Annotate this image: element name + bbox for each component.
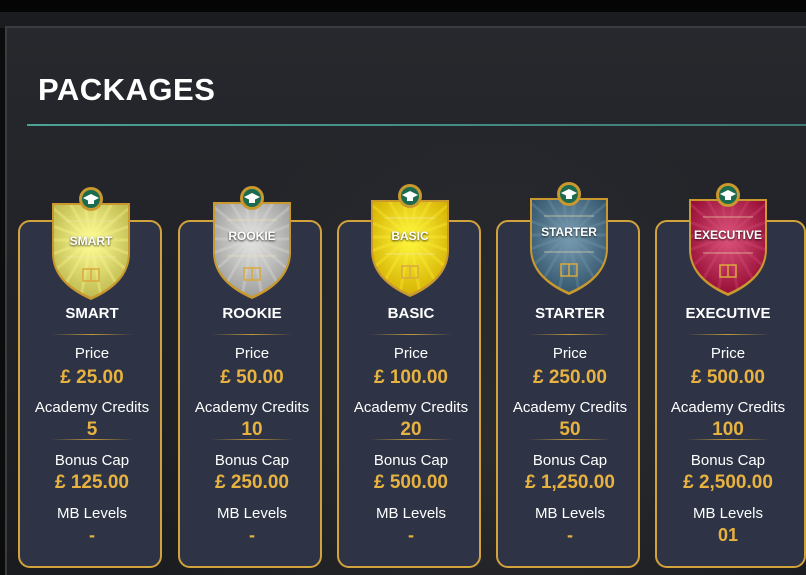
- price-label: Price: [393, 345, 429, 362]
- package-badge: EXECUTIVE: [685, 181, 771, 297]
- bonus-cap-value: £ 125.00: [55, 472, 129, 493]
- badge-label: STARTER: [541, 225, 597, 239]
- credits-value: 5: [86, 419, 98, 440]
- bonus-cap-label: Bonus Cap: [54, 452, 130, 469]
- divider: [528, 334, 612, 335]
- credits-label: Academy Credits: [512, 399, 628, 416]
- credits-value: 100: [712, 419, 744, 440]
- mb-levels-value: -: [89, 525, 95, 545]
- bonus-cap-value: £ 250.00: [215, 472, 289, 493]
- mb-levels-value: -: [408, 525, 414, 545]
- package-name: ROOKIE: [222, 305, 282, 322]
- divider: [687, 334, 769, 335]
- credits-value: 20: [400, 419, 422, 440]
- package-badge: ROOKIE: [209, 184, 295, 300]
- mb-levels-label: MB Levels: [216, 505, 288, 522]
- divider: [369, 334, 453, 335]
- package-name: BASIC: [387, 305, 435, 322]
- package-name: EXECUTIVE: [685, 305, 771, 322]
- bonus-cap-label: Bonus Cap: [690, 452, 766, 469]
- package-badge: SMART: [48, 185, 134, 301]
- bonus-cap-label: Bonus Cap: [532, 452, 608, 469]
- price-label: Price: [74, 345, 110, 362]
- page-title: PACKAGES: [38, 72, 216, 107]
- mb-levels-label: MB Levels: [534, 505, 606, 522]
- mb-levels-value: 01: [717, 525, 739, 545]
- divider: [528, 439, 612, 440]
- credits-label: Academy Credits: [194, 399, 310, 416]
- price-label: Price: [234, 345, 270, 362]
- badge-label: ROOKIE: [228, 229, 276, 243]
- bonus-cap-value: £ 2,500.00: [683, 472, 773, 493]
- package-name: SMART: [65, 305, 119, 322]
- mb-levels-value: -: [249, 525, 255, 545]
- mb-levels-label: MB Levels: [56, 505, 128, 522]
- bonus-cap-value: £ 500.00: [374, 472, 448, 493]
- divider: [210, 334, 294, 335]
- credits-label: Academy Credits: [353, 399, 469, 416]
- mb-levels-label: MB Levels: [692, 505, 764, 522]
- badge-label: SMART: [69, 234, 113, 248]
- credits-value: 10: [241, 419, 263, 440]
- divider: [369, 439, 453, 440]
- price-value: £ 25.00: [60, 367, 124, 388]
- price-value: £ 500.00: [691, 367, 765, 388]
- bonus-cap-label: Bonus Cap: [373, 452, 449, 469]
- badge-label: EXECUTIVE: [693, 228, 762, 242]
- badge-label: BASIC: [391, 229, 429, 243]
- price-value: £ 100.00: [374, 367, 448, 388]
- divider: [50, 439, 134, 440]
- package-name: STARTER: [535, 305, 605, 322]
- price-label: Price: [552, 345, 588, 362]
- divider: [687, 439, 769, 440]
- divider: [210, 439, 294, 440]
- bonus-cap-label: Bonus Cap: [214, 452, 290, 469]
- price-value: £ 50.00: [220, 367, 284, 388]
- title-divider: [27, 124, 806, 126]
- package-badge: STARTER: [526, 180, 612, 296]
- mb-levels-label: MB Levels: [375, 505, 447, 522]
- credits-label: Academy Credits: [670, 399, 786, 416]
- bonus-cap-value: £ 1,250.00: [525, 472, 615, 493]
- price-value: £ 250.00: [533, 367, 607, 388]
- credits-label: Academy Credits: [34, 399, 150, 416]
- top-bar: [0, 0, 806, 12]
- package-badge: BASIC: [367, 182, 453, 298]
- divider: [50, 334, 134, 335]
- credits-value: 50: [559, 419, 581, 440]
- price-label: Price: [710, 345, 746, 362]
- mb-levels-value: -: [567, 525, 573, 545]
